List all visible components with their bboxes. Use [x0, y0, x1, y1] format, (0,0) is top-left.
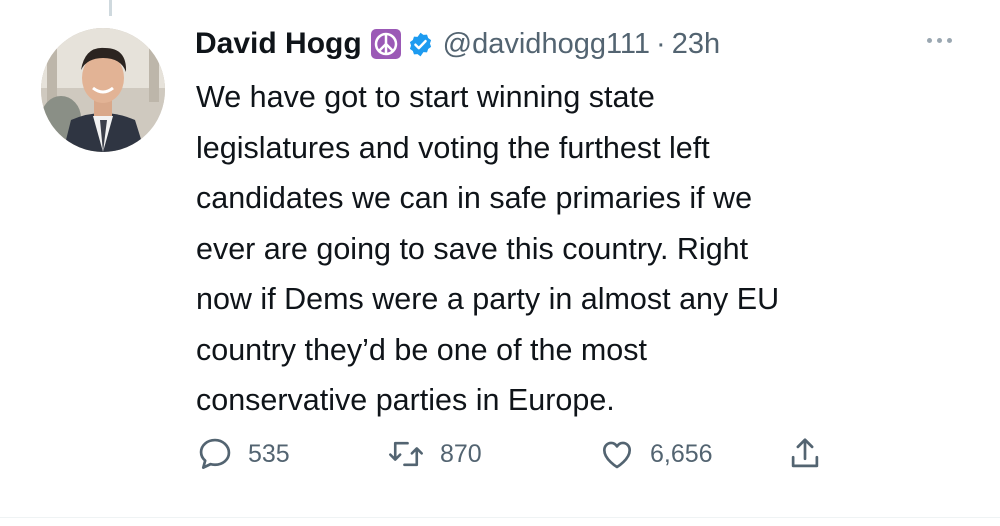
tweet-text-line: legislatures and voting the furthest lef…: [196, 130, 710, 165]
heart-icon: [602, 441, 632, 469]
retweet-button[interactable]: 870: [386, 432, 482, 476]
timestamp[interactable]: 23h: [672, 28, 720, 61]
verified-badge-icon: [407, 31, 434, 58]
like-button[interactable]: 6,656: [598, 432, 713, 476]
tweet-text-line: We have got to start winning state: [196, 80, 655, 114]
bottom-divider: [0, 517, 1000, 518]
retweet-icon: [389, 441, 423, 467]
avatar-photo: [41, 28, 165, 152]
separator-dot: ·: [656, 27, 666, 60]
like-count: 6,656: [650, 439, 713, 468]
author-name[interactable]: David Hogg: [195, 27, 362, 61]
share-icon: [791, 438, 819, 468]
tweet-text-line: country they’d be one of the most: [196, 332, 647, 367]
reply-icon: [199, 438, 231, 469]
avatar[interactable]: [41, 28, 165, 152]
reply-button[interactable]: 535: [196, 432, 290, 476]
more-dot: [946, 37, 952, 43]
tweet-text-line: ever are going to save this country. Rig…: [196, 231, 749, 266]
peace-symbol-icon: [370, 29, 401, 59]
tweet-header: David Hogg @davidhogg111 · 23h: [195, 20, 960, 68]
retweet-count: 870: [440, 439, 482, 468]
tweet-actions: 535 870 6,656: [196, 432, 896, 476]
tweet-text-line: now if Dems were a party in almost any E…: [196, 282, 780, 316]
author-handle[interactable]: @davidhogg111: [443, 28, 650, 61]
tweet-text-line: candidates we can in safe primaries if w…: [196, 181, 753, 215]
tweet-text-line: conservative parties in Europe.: [196, 383, 615, 417]
reply-count: 535: [248, 439, 290, 468]
share-button[interactable]: [786, 432, 824, 476]
thread-connector-line: [109, 0, 112, 16]
more-dot: [936, 37, 942, 43]
more-options-icon[interactable]: [922, 34, 956, 46]
tweet-text: We have got to start winning state legis…: [196, 72, 956, 426]
more-dot: [926, 37, 932, 43]
